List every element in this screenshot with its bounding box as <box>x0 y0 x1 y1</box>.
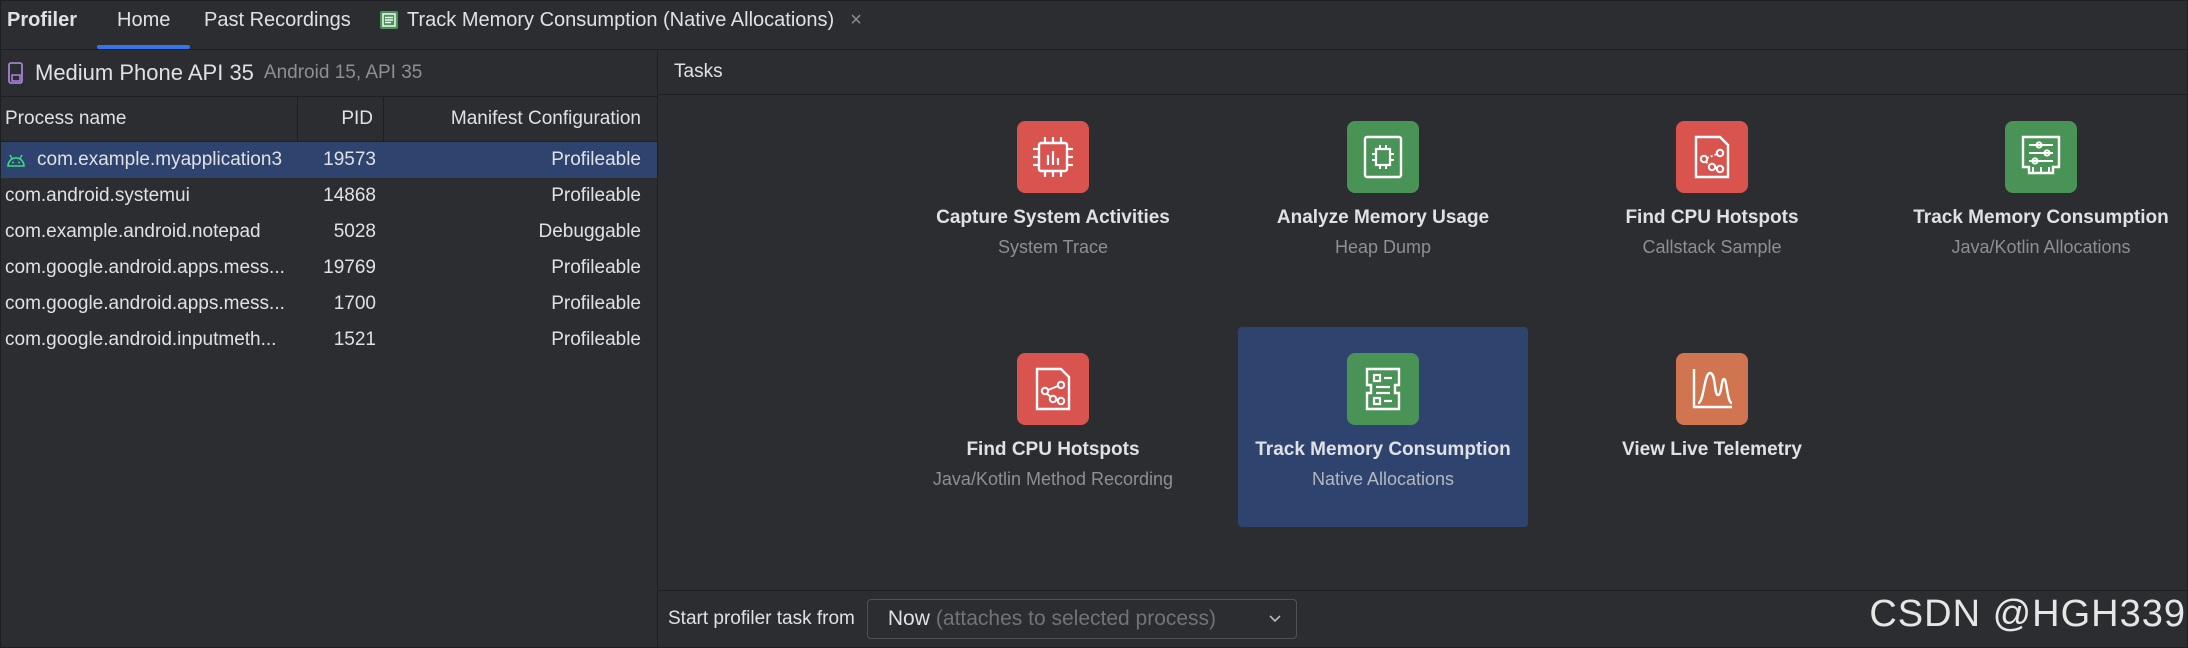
process-manifest: Profileable <box>551 329 641 350</box>
process-pid: 14868 <box>323 185 376 206</box>
start-task-label: Start profiler task from <box>668 608 855 629</box>
tab-past-recordings[interactable]: Past Recordings <box>204 1 351 49</box>
callstack-sample-icon <box>1676 121 1748 193</box>
chevron-down-icon <box>1269 615 1281 623</box>
tab-native-allocations[interactable]: Track Memory Consumption (Native Allocat… <box>379 1 862 39</box>
process-name: com.example.myapplication3 <box>37 149 283 170</box>
process-pid: 5028 <box>333 221 376 242</box>
task-callstack-sample[interactable]: Find CPU Hotspots Callstack Sample <box>1567 95 1857 295</box>
method-recording-icon <box>1017 353 1089 425</box>
java-allocations-icon <box>2005 121 2077 193</box>
task-subtitle: Callstack Sample <box>1642 237 1782 257</box>
task-title: Track Memory Consumption <box>1913 207 2169 228</box>
column-pid[interactable]: PID <box>298 97 384 141</box>
task-subtitle: Java/Kotlin Method Recording <box>932 469 1174 489</box>
process-name: com.android.systemui <box>5 185 190 206</box>
task-live-telemetry[interactable]: View Live Telemetry <box>1567 327 1857 527</box>
task-title: View Live Telemetry <box>1622 439 1802 460</box>
task-subtitle: System Trace <box>997 237 1109 257</box>
device-api: Android 15, API 35 <box>263 62 423 83</box>
start-task-dropdown[interactable]: Now (attaches to selected process) <box>866 599 1297 639</box>
process-name: com.example.android.notepad <box>5 221 261 242</box>
tasks-panel: Tasks Capture System Activities System T… <box>658 50 2187 647</box>
tab-home-label: Home <box>117 9 171 31</box>
process-name: com.google.android.apps.mess... <box>5 257 285 278</box>
column-process-name[interactable]: Process name <box>1 97 298 141</box>
process-pid: 19573 <box>323 149 376 170</box>
process-manifest: Profileable <box>551 293 641 314</box>
close-icon[interactable]: × <box>850 1 862 39</box>
device-name: Medium Phone API 35 <box>35 60 254 85</box>
task-java-allocations[interactable]: Track Memory Consumption Java/Kotlin All… <box>1896 95 2186 295</box>
tab-bar: Profiler Home Past Recordings Track Memo… <box>1 1 2187 50</box>
task-method-recording[interactable]: Find CPU Hotspots Java/Kotlin Method Rec… <box>908 327 1198 527</box>
tab-native-allocations-label: Track Memory Consumption (Native Allocat… <box>407 9 835 31</box>
tab-past-recordings-label: Past Recordings <box>204 9 351 31</box>
task-native-allocations[interactable]: Track Memory Consumption Native Allocati… <box>1238 327 1528 527</box>
table-row[interactable]: com.google.android.apps.mess... 1700 Pro… <box>1 286 657 322</box>
table-row[interactable]: com.google.android.inputmeth... 1521 Pro… <box>1 322 657 358</box>
table-row[interactable]: com.android.systemui 14868 Profileable <box>1 178 657 214</box>
process-name: com.google.android.inputmeth... <box>5 329 277 350</box>
task-system-trace[interactable]: Capture System Activities System Trace <box>908 95 1198 295</box>
table-row[interactable]: com.example.android.notepad 5028 Debugga… <box>1 214 657 250</box>
process-name-cell: com.example.myapplication3 <box>1 149 298 171</box>
phone-icon <box>8 62 23 84</box>
live-telemetry-icon <box>1676 353 1748 425</box>
active-tab-indicator <box>97 45 191 49</box>
process-manifest: Profileable <box>551 257 641 278</box>
process-manifest: Debuggable <box>538 221 641 242</box>
process-pid: 1521 <box>333 329 376 350</box>
task-grid: Capture System Activities System Trace A… <box>658 95 2187 591</box>
recording-icon <box>380 11 398 29</box>
android-icon <box>7 154 25 167</box>
heap-dump-icon <box>1347 121 1419 193</box>
task-subtitle: Java/Kotlin Allocations <box>1951 237 2131 257</box>
device-selector[interactable]: Medium Phone API 35 Android 15, API 35 <box>1 50 657 97</box>
task-title: Find CPU Hotspots <box>966 439 1140 460</box>
process-manifest: Profileable <box>551 185 641 206</box>
tab-home[interactable]: Home <box>97 1 191 49</box>
watermark: CSDN @HGH339 <box>1869 593 2186 635</box>
task-subtitle: Heap Dump <box>1334 237 1432 257</box>
process-pid: 19769 <box>323 257 376 278</box>
task-title: Analyze Memory Usage <box>1276 207 1490 228</box>
app-title: Profiler <box>7 9 78 31</box>
system-trace-icon <box>1017 121 1089 193</box>
table-row[interactable]: com.example.myapplication3 19573 Profile… <box>1 142 657 178</box>
process-manifest: Profileable <box>551 149 641 170</box>
task-title: Track Memory Consumption <box>1255 439 1511 460</box>
tasks-header: Tasks <box>658 50 2187 95</box>
column-manifest[interactable]: Manifest Configuration <box>384 108 657 130</box>
task-heap-dump[interactable]: Analyze Memory Usage Heap Dump <box>1238 95 1528 295</box>
task-subtitle: Native Allocations <box>1311 469 1455 489</box>
task-title: Capture System Activities <box>936 207 1170 228</box>
process-pid: 1700 <box>333 293 376 314</box>
process-table-header: Process name PID Manifest Configuration <box>1 97 657 142</box>
process-name: com.google.android.apps.mess... <box>5 293 285 314</box>
task-title: Find CPU Hotspots <box>1625 207 1799 228</box>
table-row[interactable]: com.google.android.apps.mess... 19769 Pr… <box>1 250 657 286</box>
dropdown-value: Now <box>887 607 930 630</box>
dropdown-hint: (attaches to selected process) <box>935 607 1217 630</box>
process-panel: Medium Phone API 35 Android 15, API 35 P… <box>1 50 658 647</box>
native-allocations-icon <box>1347 353 1419 425</box>
